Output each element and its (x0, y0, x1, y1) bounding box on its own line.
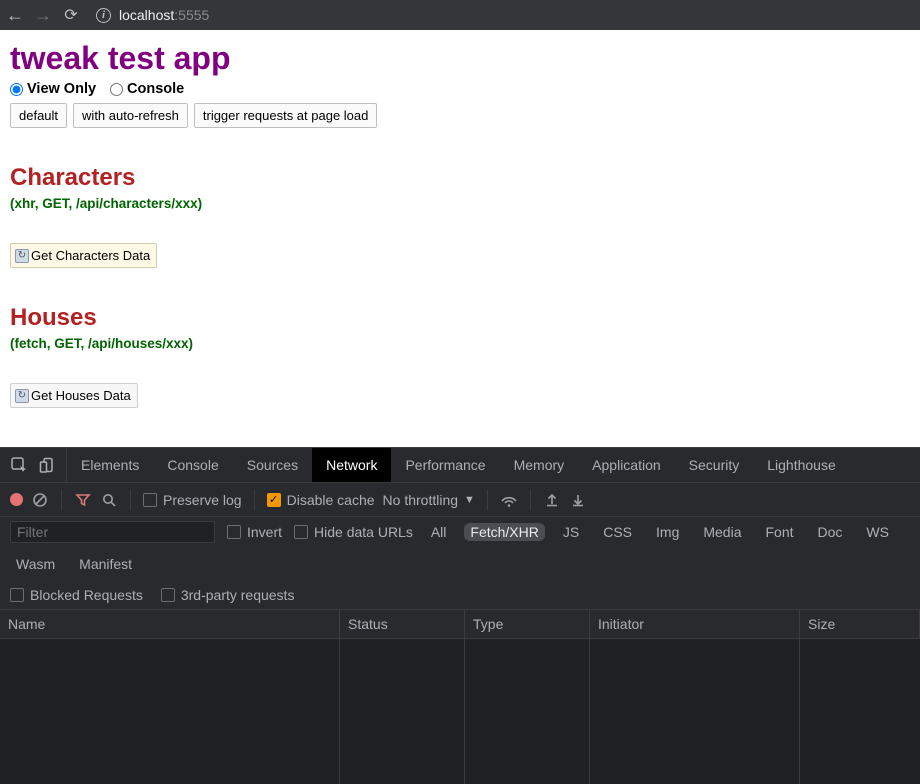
col-name[interactable]: Name (0, 610, 340, 638)
export-har-icon[interactable] (569, 492, 587, 508)
network-table-header: Name Status Type Initiator Size (0, 610, 920, 639)
tab-memory[interactable]: Memory (500, 448, 579, 482)
section-heading-houses: Houses (10, 304, 910, 332)
section-heading-characters: Characters (10, 164, 910, 192)
col-type[interactable]: Type (465, 610, 590, 638)
tab-performance[interactable]: Performance (391, 448, 499, 482)
clear-icon[interactable] (31, 492, 49, 508)
tab-trigger-load[interactable]: trigger requests at page load (194, 103, 378, 128)
tab-application[interactable]: Application (578, 448, 675, 482)
site-info-icon[interactable]: i (96, 8, 111, 23)
network-conditions-icon[interactable] (500, 492, 518, 508)
inspect-element-icon[interactable] (10, 457, 28, 474)
filter-font[interactable]: Font (760, 523, 800, 541)
devtools-panel: Elements Console Sources Network Perform… (0, 447, 920, 784)
filter-media[interactable]: Media (697, 523, 747, 541)
tab-elements[interactable]: Elements (67, 448, 153, 482)
radio-view-only-input[interactable] (10, 83, 23, 96)
api-houses: (fetch, GET, /api/houses/xxx) (10, 336, 910, 351)
filter-manifest[interactable]: Manifest (73, 555, 138, 573)
url-port: :5555 (174, 7, 209, 23)
preset-tabs: default with auto-refresh trigger reques… (10, 103, 910, 128)
filter-doc[interactable]: Doc (812, 523, 849, 541)
api-characters: (xhr, GET, /api/characters/xxx) (10, 196, 910, 211)
record-icon[interactable] (10, 493, 23, 506)
filter-input[interactable] (10, 521, 215, 543)
import-har-icon[interactable] (543, 492, 561, 508)
chevron-down-icon: ▼ (464, 494, 475, 506)
filter-js[interactable]: JS (557, 523, 585, 541)
page-title: tweak test app (10, 40, 910, 77)
filter-wasm[interactable]: Wasm (10, 555, 61, 573)
nav-back-icon[interactable]: ← (6, 5, 24, 26)
blocked-requests-checkbox[interactable]: Blocked Requests (10, 587, 143, 603)
tab-default[interactable]: default (10, 103, 67, 128)
radio-view-only[interactable]: View Only (10, 81, 96, 97)
search-icon[interactable] (100, 492, 118, 508)
col-initiator[interactable]: Initiator (590, 610, 800, 638)
browser-toolbar: ← → ⟳ i localhost:5555 (0, 0, 920, 30)
tab-security[interactable]: Security (675, 448, 754, 482)
filter-all[interactable]: All (425, 523, 453, 541)
url-host: localhost (119, 7, 174, 23)
network-filter-bar: Invert Hide data URLs All Fetch/XHR JS C… (0, 517, 920, 610)
address-bar[interactable]: i localhost:5555 (96, 7, 209, 23)
tab-console[interactable]: Console (153, 448, 232, 482)
filter-img[interactable]: Img (650, 523, 685, 541)
devtools-tabs: Elements Console Sources Network Perform… (0, 447, 920, 483)
get-characters-button[interactable]: ↻ Get Characters Data (10, 243, 157, 268)
preserve-log-checkbox[interactable]: Preserve log (143, 492, 242, 508)
refresh-icon: ↻ (15, 249, 29, 263)
device-toggle-icon[interactable] (38, 457, 56, 474)
page-content: tweak test app View Only Console default… (0, 30, 920, 447)
invert-checkbox[interactable]: Invert (227, 524, 282, 540)
disable-cache-checkbox[interactable]: ✓ Disable cache (267, 492, 375, 508)
third-party-checkbox[interactable]: 3rd-party requests (161, 587, 295, 603)
network-table-body (0, 639, 920, 784)
tab-lighthouse[interactable]: Lighthouse (753, 448, 850, 482)
nav-forward-icon[interactable]: → (34, 5, 52, 26)
radio-console-input[interactable] (110, 83, 123, 96)
mode-radio-group: View Only Console (10, 81, 910, 97)
get-houses-button[interactable]: ↻ Get Houses Data (10, 383, 138, 408)
network-toolbar: Preserve log ✓ Disable cache No throttli… (0, 483, 920, 517)
filter-icon[interactable] (74, 492, 92, 508)
tab-sources[interactable]: Sources (233, 448, 312, 482)
tab-auto-refresh[interactable]: with auto-refresh (73, 103, 188, 128)
tab-network[interactable]: Network (312, 448, 391, 482)
throttling-select[interactable]: No throttling ▼ (383, 492, 475, 508)
col-size[interactable]: Size (800, 610, 920, 638)
col-status[interactable]: Status (340, 610, 465, 638)
filter-fetch-xhr[interactable]: Fetch/XHR (464, 523, 544, 541)
refresh-icon: ↻ (15, 389, 29, 403)
reload-icon[interactable]: ⟳ (62, 5, 80, 25)
filter-css[interactable]: CSS (597, 523, 638, 541)
hide-data-urls-checkbox[interactable]: Hide data URLs (294, 524, 413, 540)
filter-ws[interactable]: WS (860, 523, 895, 541)
radio-console[interactable]: Console (110, 81, 184, 97)
